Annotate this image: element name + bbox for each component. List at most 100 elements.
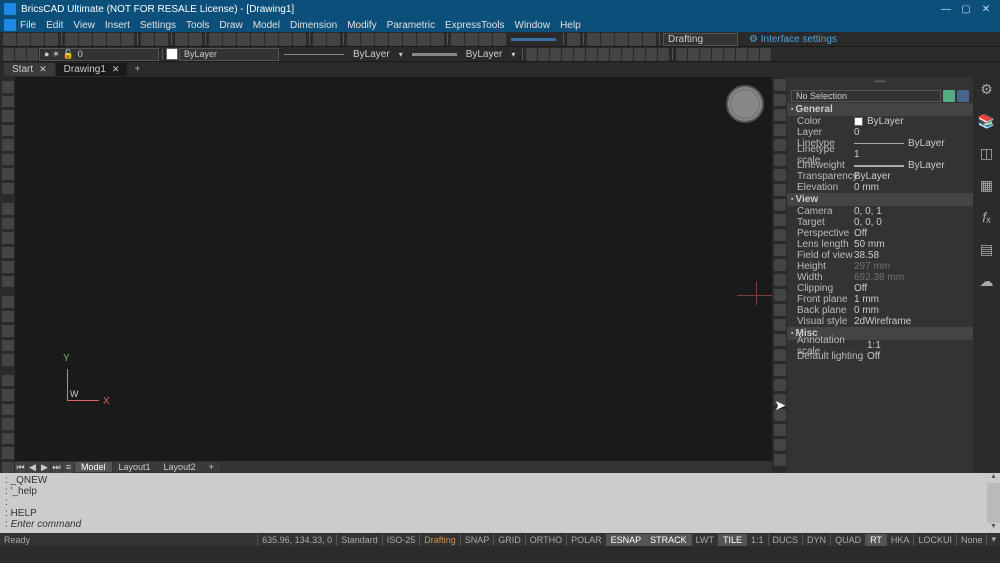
mirror-icon[interactable] xyxy=(774,139,786,151)
tool-icon[interactable] xyxy=(774,349,786,361)
scale-icon[interactable] xyxy=(774,124,786,136)
toolbar-icon[interactable] xyxy=(93,33,106,46)
status-toggle[interactable]: SNAP xyxy=(460,534,494,546)
zoom-icon[interactable] xyxy=(389,33,402,46)
tool-icon[interactable] xyxy=(774,364,786,376)
copy-icon[interactable] xyxy=(774,94,786,106)
prop-val[interactable]: 2dWireframe xyxy=(854,316,973,327)
status-toggle[interactable]: Standard xyxy=(336,534,382,546)
prop-val[interactable]: 0 xyxy=(854,127,973,138)
status-toggle[interactable]: ORTHO xyxy=(525,534,566,546)
snap-icon[interactable] xyxy=(688,48,699,61)
tool-icon[interactable] xyxy=(2,296,14,308)
panel-grip[interactable]: ━━ xyxy=(787,77,973,89)
dim-icon[interactable] xyxy=(526,48,537,61)
menu-item[interactable]: Modify xyxy=(347,20,376,31)
layout-tab[interactable]: Layout2 xyxy=(158,462,202,472)
tab-close-icon[interactable]: ✕ xyxy=(39,64,47,75)
menu-item[interactable]: Insert xyxy=(105,20,130,31)
prop-val[interactable]: 0 mm xyxy=(854,305,973,316)
menu-item[interactable]: Window xyxy=(515,20,551,31)
toolbar-icon[interactable] xyxy=(107,33,120,46)
prop-val[interactable]: Off xyxy=(867,351,973,362)
tool-icon[interactable] xyxy=(774,394,786,406)
status-toggle[interactable]: QUAD xyxy=(830,534,865,546)
tool-icon[interactable] xyxy=(2,261,14,273)
prop-val[interactable]: Off xyxy=(854,228,973,239)
menu-item[interactable]: File xyxy=(20,20,36,31)
dim-icon[interactable] xyxy=(562,48,573,61)
redo-icon[interactable] xyxy=(189,33,202,46)
arc-icon[interactable] xyxy=(2,139,14,151)
color-swatch[interactable] xyxy=(166,48,178,60)
tool-icon[interactable] xyxy=(774,454,786,466)
status-toggle[interactable]: LOCKUI xyxy=(913,534,956,546)
tool-icon[interactable] xyxy=(774,319,786,331)
layout-add-button[interactable]: + xyxy=(203,462,220,472)
zoom-icon[interactable] xyxy=(431,33,444,46)
dim-icon[interactable] xyxy=(538,48,549,61)
prop-val[interactable]: Off xyxy=(854,283,973,294)
point-icon[interactable] xyxy=(2,183,14,195)
tool-icon[interactable] xyxy=(2,447,14,459)
tool-icon[interactable] xyxy=(2,354,14,366)
layer-icon[interactable] xyxy=(3,48,14,61)
scroll-up-icon[interactable]: ▲ xyxy=(987,473,1000,483)
toolbar-icon[interactable] xyxy=(601,33,614,46)
dim-icon[interactable] xyxy=(598,48,609,61)
tool-icon[interactable] xyxy=(774,334,786,346)
erase-icon[interactable] xyxy=(774,289,786,301)
toolbar-icon[interactable] xyxy=(121,33,134,46)
doc-tab[interactable]: Drawing1✕ xyxy=(56,63,128,76)
status-toggle[interactable]: TILE xyxy=(718,534,746,546)
toolbar-icon[interactable] xyxy=(45,33,58,46)
menu-item[interactable]: Tools xyxy=(186,20,209,31)
zoom-icon[interactable] xyxy=(375,33,388,46)
tool-icon[interactable] xyxy=(2,311,14,323)
menu-item[interactable]: Draw xyxy=(219,20,242,31)
toolbar-icon[interactable] xyxy=(155,33,168,46)
tool-icon[interactable] xyxy=(2,389,14,401)
prop-val[interactable]: 0, 0, 0 xyxy=(854,217,973,228)
prop-val[interactable]: ByLayer xyxy=(854,138,973,149)
dim-icon[interactable] xyxy=(646,48,657,61)
toolbar-icon[interactable] xyxy=(3,33,16,46)
status-toggle[interactable]: None xyxy=(956,534,987,546)
toolbar-icon[interactable] xyxy=(223,33,236,46)
snap-icon[interactable] xyxy=(700,48,711,61)
snap-icon[interactable] xyxy=(676,48,687,61)
zoom-icon[interactable] xyxy=(347,33,360,46)
prop-val[interactable]: 1 mm xyxy=(854,294,973,305)
toolbar-icon[interactable] xyxy=(251,33,264,46)
maximize-button[interactable]: ▢ xyxy=(956,4,976,15)
toolbar-icon[interactable] xyxy=(209,33,222,46)
status-toggle[interactable]: 1:1 xyxy=(746,534,768,546)
zoom-icon[interactable] xyxy=(361,33,374,46)
menu-item[interactable]: Parametric xyxy=(387,20,435,31)
dim-icon[interactable] xyxy=(574,48,585,61)
tool-icon[interactable] xyxy=(2,232,14,244)
status-toggle[interactable]: ISO-25 xyxy=(382,534,420,546)
settings-icon[interactable]: ⚙ xyxy=(978,81,996,99)
tool-icon[interactable] xyxy=(2,418,14,430)
snap-icon[interactable] xyxy=(760,48,771,61)
layer-icon[interactable] xyxy=(15,48,26,61)
prop-val[interactable]: ByLayer xyxy=(854,116,973,127)
prop-val[interactable]: ByLayer xyxy=(854,171,973,182)
toolbar-icon[interactable] xyxy=(327,33,340,46)
status-menu[interactable]: ▾ xyxy=(986,534,1000,546)
prop-val[interactable]: 0 mm xyxy=(854,182,973,193)
status-toggle[interactable]: DUCS xyxy=(768,534,803,546)
dim-icon[interactable] xyxy=(550,48,561,61)
prop-val[interactable]: ByLayer xyxy=(854,160,973,171)
prop-val[interactable]: 50 mm xyxy=(854,239,973,250)
trim-icon[interactable] xyxy=(774,169,786,181)
menu-item[interactable]: View xyxy=(73,20,95,31)
fx-icon[interactable]: fₓ xyxy=(978,209,996,227)
layer-combo[interactable]: ● ☀ 🔓 0 xyxy=(39,48,159,61)
rectangle-icon[interactable] xyxy=(2,110,14,122)
snap-icon[interactable] xyxy=(712,48,723,61)
line-icon[interactable] xyxy=(2,81,14,93)
layout-last-button[interactable]: ⏭ xyxy=(51,462,62,473)
workspace-combo[interactable]: Drafting xyxy=(663,33,738,46)
